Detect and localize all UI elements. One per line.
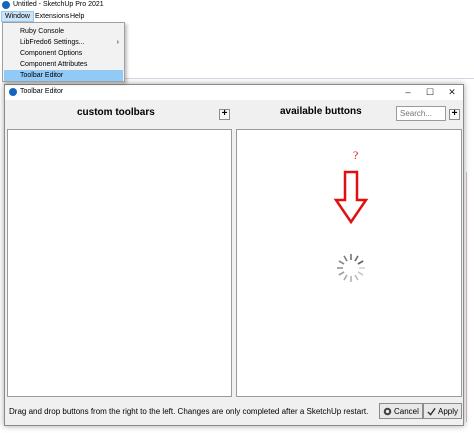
menu-item-toolbar-editor[interactable]: Toolbar Editor <box>4 70 123 81</box>
menu-item-component-attributes[interactable]: Component Attributes <box>4 59 123 70</box>
cancel-button[interactable]: Cancel <box>379 403 423 419</box>
footer-message: Drag and drop buttons from the right to … <box>9 407 369 416</box>
dialog-title: Toolbar Editor <box>20 88 64 95</box>
loading-spinner-icon <box>337 254 365 282</box>
dialog-titlebar: Toolbar Editor – ☐ ✕ <box>5 85 463 100</box>
spinner-tick <box>357 260 364 265</box>
spinner-tick <box>343 274 348 281</box>
menubar: Window Extensions Help <box>0 11 474 22</box>
spinner-tick <box>357 271 364 276</box>
annotation-arrow-down-icon <box>333 170 369 225</box>
custom-toolbars-panel[interactable] <box>7 129 232 397</box>
menu-item-label: Component Attributes <box>20 61 88 68</box>
checkmark-icon <box>427 407 436 416</box>
sketchup-logo-icon <box>2 1 10 9</box>
app-titlebar: Untitled - SketchUp Pro 2021 <box>0 0 474 11</box>
available-buttons-panel[interactable]: ? <box>236 129 462 397</box>
menu-item-libfredo6-settings[interactable]: LibFredo6 Settings... › <box>4 37 123 48</box>
spinner-tick <box>338 271 345 276</box>
app-title: Untitled - SketchUp Pro 2021 <box>13 1 104 8</box>
spinner-tick <box>338 260 345 265</box>
minimize-button[interactable]: – <box>397 85 419 100</box>
spinner-tick <box>354 255 359 262</box>
menu-help[interactable]: Help <box>67 11 87 22</box>
cancel-label: Cancel <box>394 406 419 416</box>
annotation-question-mark: ? <box>353 148 359 162</box>
chevron-right-icon: › <box>116 39 119 46</box>
toolbar-editor-dialog: Toolbar Editor – ☐ ✕ custom toolbars + a… <box>4 84 464 426</box>
axis-line <box>466 172 467 422</box>
maximize-button[interactable]: ☐ <box>419 85 441 100</box>
cancel-icon <box>383 407 392 415</box>
apply-button[interactable]: Apply <box>423 403 463 419</box>
menu-item-label: Component Options <box>20 50 83 57</box>
spinner-tick <box>343 255 348 262</box>
menu-item-label: Toolbar Editor <box>20 72 64 79</box>
menu-item-ruby-console[interactable]: Ruby Console <box>4 26 123 37</box>
close-button[interactable]: ✕ <box>441 85 463 100</box>
window-menu-dropdown: Ruby Console LibFredo6 Settings... › Comp… <box>2 22 125 82</box>
menu-item-label: Ruby Console <box>20 28 64 35</box>
available-buttons-heading: available buttons <box>280 106 362 117</box>
axis-line <box>125 78 474 79</box>
apply-label: Apply <box>438 406 459 416</box>
search-input[interactable] <box>396 106 446 121</box>
menu-item-label: LibFredo6 Settings... <box>20 39 85 46</box>
add-button-button[interactable]: + <box>449 109 460 120</box>
sketchup-logo-icon <box>9 88 17 96</box>
menu-window[interactable]: Window <box>1 11 34 22</box>
spinner-tick <box>354 274 359 281</box>
menu-item-component-options[interactable]: Component Options <box>4 48 123 59</box>
custom-toolbars-heading: custom toolbars <box>77 107 155 118</box>
add-toolbar-button[interactable]: + <box>219 109 230 120</box>
